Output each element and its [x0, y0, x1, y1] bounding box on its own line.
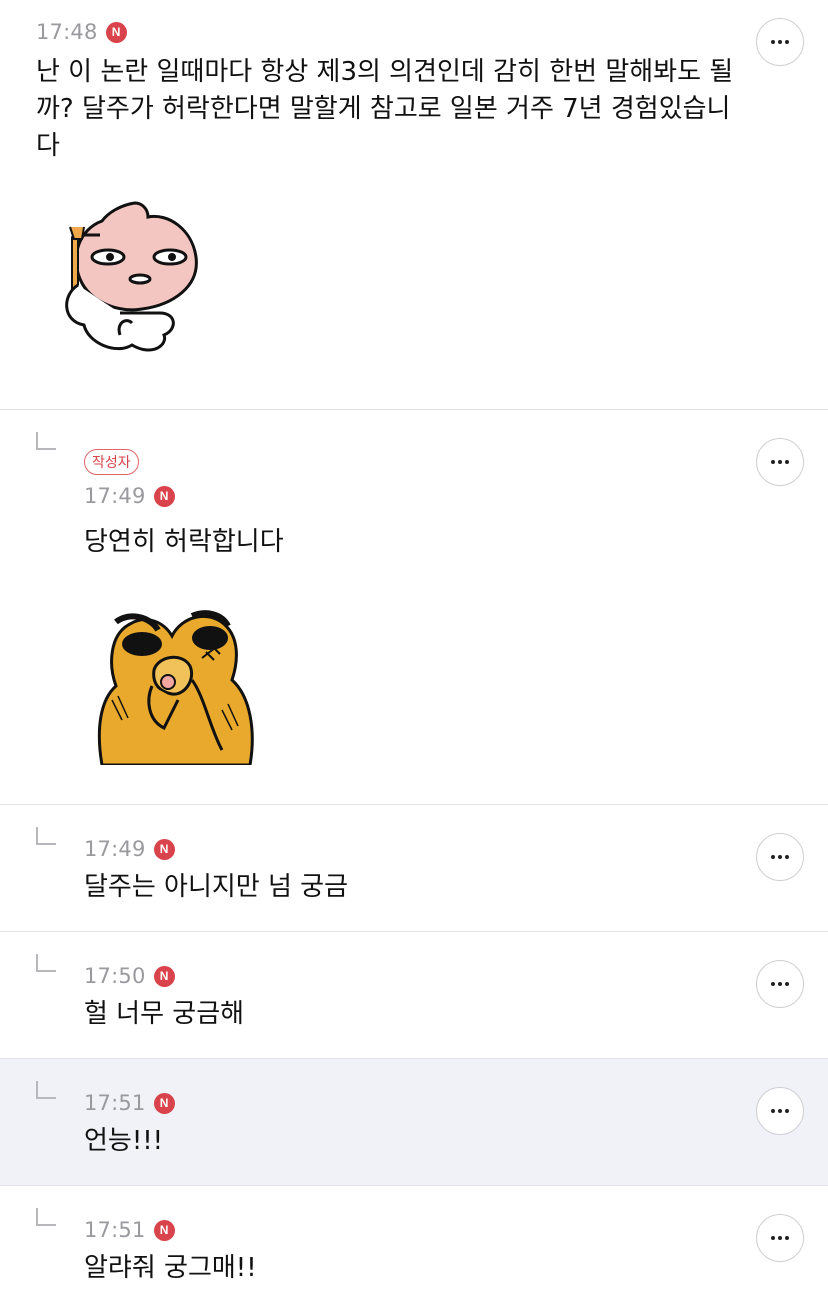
more-options-button[interactable]	[756, 1087, 804, 1135]
more-icon-dot	[785, 982, 789, 986]
more-icon	[771, 1109, 775, 1113]
more-icon	[771, 1236, 775, 1240]
more-icon-dot	[785, 460, 789, 464]
apeach-sticker	[60, 195, 210, 365]
comment-time: 17:51	[84, 1218, 146, 1242]
comment-meta: 17:49 N	[84, 484, 175, 508]
comment-meta: 17:51 N	[84, 1091, 175, 1115]
more-icon	[771, 982, 775, 986]
reply-item: 작성자 17:49 N 당연히 허락합니다	[0, 410, 828, 805]
reply-arrow-icon	[36, 1081, 56, 1099]
comment-time: 17:49	[84, 837, 146, 861]
comment-item: 17:48 N 난 이 논란 일때마다 항상 제3의 의견인데 감히 한번 말해…	[0, 0, 828, 410]
new-badge-icon: N	[153, 1219, 175, 1241]
comment-time: 17:51	[84, 1091, 146, 1115]
comment-meta: 17:49 N	[84, 837, 175, 861]
reply-arrow-icon	[36, 954, 56, 972]
more-icon	[771, 855, 775, 859]
comment-text: 난 이 논란 일때마다 항상 제3의 의견인데 감히 한번 말해봐도 될까? 달…	[36, 57, 734, 161]
more-icon-dot	[785, 1109, 789, 1113]
comment-time: 17:49	[84, 484, 146, 508]
comment-meta: 17:48 N	[36, 20, 127, 44]
more-options-button[interactable]	[756, 1214, 804, 1262]
more-options-button[interactable]	[756, 960, 804, 1008]
comment-text: 당연히 허락합니다	[84, 527, 284, 557]
author-badge: 작성자	[84, 449, 139, 475]
more-options-button[interactable]	[756, 438, 804, 486]
comment-text: 알랴줘 궁그매!!	[84, 1253, 257, 1283]
new-badge-icon: N	[153, 1092, 175, 1114]
more-icon-dot	[778, 1109, 782, 1113]
more-icon-dot	[778, 40, 782, 44]
new-badge-icon: N	[153, 485, 175, 507]
new-badge-icon: N	[105, 21, 127, 43]
more-icon-dot	[785, 855, 789, 859]
more-icon-dot	[778, 1236, 782, 1240]
more-icon-dot	[778, 460, 782, 464]
comment-text: 언능!!!	[84, 1126, 164, 1156]
comment-time: 17:48	[36, 20, 98, 44]
ryan-sticker	[92, 600, 257, 767]
comment-meta: 17:51 N	[84, 1218, 175, 1242]
reply-arrow-icon	[36, 1208, 56, 1226]
more-icon-dot	[778, 982, 782, 986]
more-icon-dot	[785, 1236, 789, 1240]
comment-meta: 17:50 N	[84, 964, 175, 988]
more-options-button[interactable]	[756, 18, 804, 66]
reply-item: 17:51 N 알랴줘 궁그매!!	[0, 1186, 828, 1309]
more-options-button[interactable]	[756, 833, 804, 881]
reply-item: 17:49 N 달주는 아니지만 넘 궁금	[0, 805, 828, 932]
reply-item: 17:50 N 헐 너무 궁금해	[0, 932, 828, 1059]
more-icon	[771, 460, 775, 464]
reply-arrow-icon	[36, 432, 56, 450]
more-icon-dot	[785, 40, 789, 44]
new-badge-icon: N	[153, 965, 175, 987]
comment-text: 헐 너무 궁금해	[84, 999, 245, 1029]
more-icon	[771, 40, 775, 44]
new-badge-icon: N	[153, 838, 175, 860]
reply-item-highlighted: 17:51 N 언능!!!	[0, 1059, 828, 1186]
more-icon-dot	[778, 855, 782, 859]
comment-time: 17:50	[84, 964, 146, 988]
comment-text: 달주는 아니지만 넘 궁금	[84, 872, 348, 902]
reply-arrow-icon	[36, 827, 56, 845]
